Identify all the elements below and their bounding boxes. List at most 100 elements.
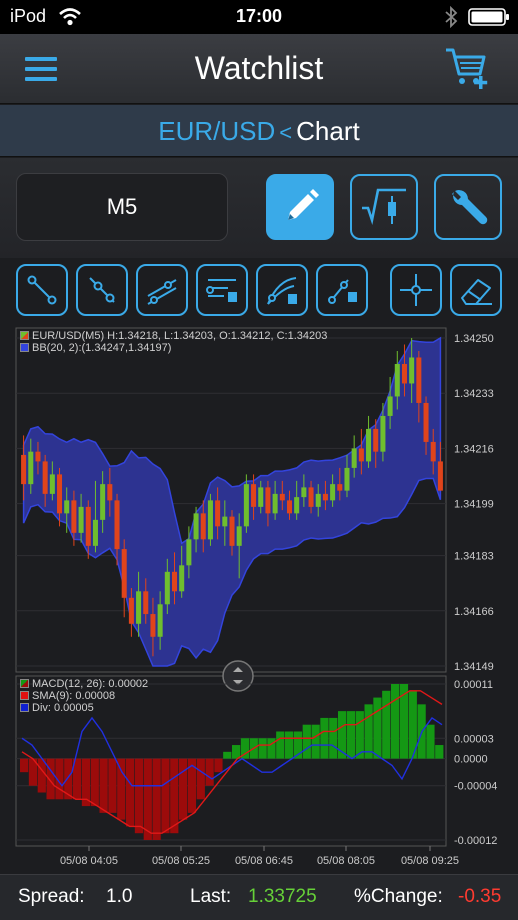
line-segment-icon [27, 275, 57, 305]
macd-bar [143, 758, 152, 840]
candle-body [179, 565, 185, 592]
fibonacci-fan-icon [267, 277, 297, 305]
last-label: Last: [190, 886, 232, 907]
eraser-icon [461, 279, 492, 305]
bluetooth-icon [445, 6, 458, 28]
candle-body [64, 500, 70, 514]
indicators-button[interactable] [350, 174, 418, 240]
candle-body [92, 519, 98, 546]
price-tick-label: 1.34166 [454, 606, 494, 618]
macd-tick-label: -0.00004 [454, 781, 497, 793]
candle-body [164, 571, 170, 605]
timeframe-selector[interactable]: M5 [16, 173, 228, 241]
candle-body [243, 484, 249, 527]
macd-bar [196, 758, 205, 800]
bb-legend-text: BB(20, 2):(1.34247,1.34197) [32, 342, 172, 354]
channel-icon [147, 279, 177, 305]
price-legend-item: EUR/USD(M5) H:1.34218, L:1.34203, O:1.34… [20, 330, 327, 342]
candle-body [315, 493, 321, 507]
candle-body [215, 500, 221, 527]
bollinger-band [22, 336, 442, 667]
fibonacci-fan-tool[interactable] [256, 264, 308, 316]
candle-body [301, 487, 307, 498]
change-label: %Change: [354, 886, 443, 907]
macd-bar [285, 731, 294, 759]
pencil-icon [288, 189, 319, 220]
macd-bar [320, 717, 329, 759]
candle-body [207, 500, 213, 540]
candle-body [28, 451, 34, 485]
fibonacci-retracement-tool[interactable] [196, 264, 248, 316]
macd-tick-label: 0.00011 [454, 679, 493, 691]
breadcrumb-separator: < [279, 120, 293, 145]
candle-body [380, 415, 386, 452]
macd-bar [223, 751, 232, 759]
macd-bar [346, 711, 356, 759]
indicator-icon [362, 188, 406, 226]
draw-mode-button[interactable] [266, 174, 334, 240]
macd-bar [179, 758, 188, 820]
candle-body [394, 363, 400, 397]
candle-body [100, 484, 106, 520]
macd-bar [90, 758, 99, 807]
candle-body [21, 454, 27, 485]
candle-body [49, 474, 55, 494]
macd-bar [37, 758, 46, 793]
chart-area[interactable]: 1.34250 1.34233 1.34216 1.34199 1.34183 1.341… [0, 324, 518, 874]
macd-legend-item: MACD(12, 26): 0.00002 [20, 678, 148, 690]
last-value: 1.33725 [248, 886, 317, 907]
channel-tool[interactable] [136, 264, 188, 316]
candle-body [423, 402, 429, 442]
price-tick-label: 1.34149 [454, 661, 494, 673]
macd-bar [426, 724, 435, 759]
ray-tool[interactable] [76, 264, 128, 316]
chart-canvas[interactable]: 1.34250 1.34233 1.34216 1.34199 1.34183 1.341… [0, 324, 518, 874]
macd-bar [258, 738, 267, 759]
candle-body [42, 461, 48, 494]
macd-tick-label: 0.0000 [454, 754, 488, 766]
macd-bar [108, 758, 117, 813]
candle-body [308, 487, 314, 507]
candle-body [85, 506, 91, 546]
macd-bar [329, 717, 338, 759]
macd-bar [161, 758, 170, 834]
price-tick-label: 1.34216 [454, 443, 494, 455]
x-tick-label: 05/08 08:05 [317, 855, 375, 867]
x-tick-label: 05/08 05:25 [152, 855, 210, 867]
macd-bar [382, 690, 391, 759]
macd-tick-label: -0.00012 [454, 835, 497, 847]
candle-body [186, 539, 192, 566]
drawing-tools [0, 260, 518, 324]
div-legend-text: Div: 0.00005 [32, 702, 94, 714]
candle-body [265, 487, 271, 514]
x-tick-label: 05/08 04:05 [60, 855, 118, 867]
candle-body [222, 516, 228, 527]
candle-body [409, 357, 415, 384]
macd-bar [276, 731, 285, 759]
macd-bar [170, 758, 179, 834]
candle-body [366, 428, 372, 462]
breadcrumb-current: Chart [296, 116, 360, 146]
macd-bar [117, 758, 126, 820]
spread-value: 1.0 [106, 886, 133, 907]
candle-body [171, 571, 178, 592]
candle-body [430, 441, 436, 462]
line-segment-tool[interactable] [16, 264, 68, 316]
candle-body [114, 500, 120, 550]
breadcrumb-symbol-link[interactable]: EUR/USD [158, 116, 275, 146]
bb-legend-item: BB(20, 2):(1.34247,1.34197) [20, 342, 327, 354]
candle-body [107, 484, 113, 501]
wrench-icon [452, 190, 488, 225]
candle-body [437, 461, 443, 491]
cart-add-icon[interactable] [444, 46, 492, 90]
settings-button[interactable] [434, 174, 502, 240]
macd-bar [373, 697, 382, 759]
eraser-tool[interactable] [450, 264, 502, 316]
macd-bar [232, 745, 241, 759]
candle-body [143, 591, 149, 615]
fibonacci-extension-tool[interactable] [316, 264, 368, 316]
price-legend-text: EUR/USD(M5) H:1.34218, L:1.34203, O:1.34… [32, 330, 328, 342]
candle-body [251, 484, 257, 507]
crosshair-tool[interactable] [390, 264, 442, 316]
candle-body [322, 493, 328, 501]
